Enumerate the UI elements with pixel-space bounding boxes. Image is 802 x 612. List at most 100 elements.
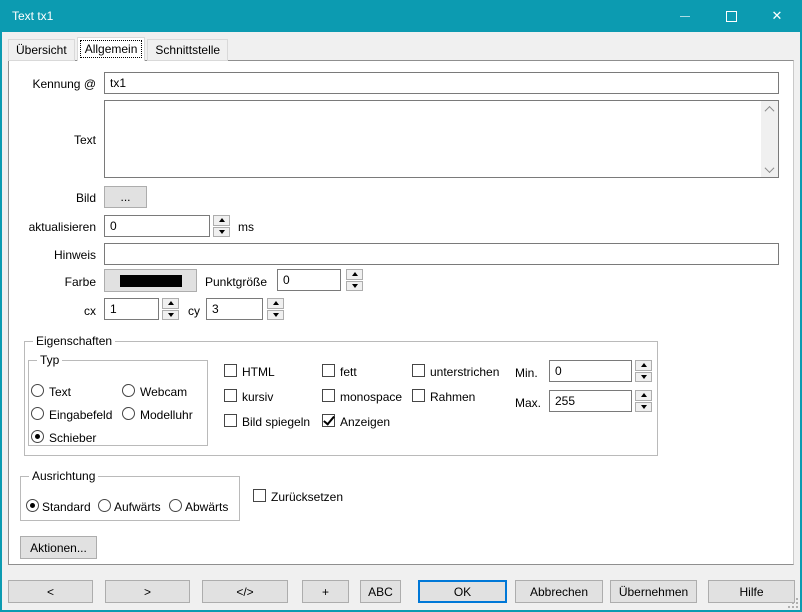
hinweis-input[interactable] [104,243,779,265]
farbe-label: Farbe [10,275,96,289]
radio-ausrichtung-aufwaerts-label[interactable]: Aufwärts [114,500,161,514]
tab-allgemein[interactable]: Allgemein [77,37,146,61]
radio-typ-webcam[interactable] [122,384,135,397]
radio-typ-eingabefeld[interactable] [31,407,44,420]
arrow-down-icon [168,313,174,317]
checkbox-unterstrichen-label[interactable]: unterstrichen [430,365,499,379]
punktgroesse-input[interactable] [277,269,341,291]
checkbox-bild-spiegeln[interactable] [224,414,237,427]
checkbox-kursiv-label[interactable]: kursiv [242,390,273,404]
tab-schnittstelle[interactable]: Schnittstelle [147,39,228,61]
punktgroesse-stepper [346,269,363,291]
spinner-down-button[interactable] [213,227,230,238]
resize-grip[interactable] [786,596,798,608]
arrow-down-icon [641,375,647,379]
close-icon: ✕ [772,10,783,23]
hilfe-button[interactable]: Hilfe [708,580,795,603]
radio-typ-webcam-label[interactable]: Webcam [140,385,187,399]
checkbox-rahmen[interactable] [412,389,425,402]
radio-typ-schieber[interactable] [31,430,44,443]
checkbox-html-label[interactable]: HTML [242,365,275,379]
radio-ausrichtung-aufwaerts[interactable] [98,499,111,512]
title-bar[interactable]: Text tx1 ✕ [0,0,802,32]
spinner-down-button[interactable] [635,402,652,413]
spinner-up-button[interactable] [213,215,230,226]
abbrechen-button[interactable]: Abbrechen [515,580,603,603]
dialog-text-tx1: Text tx1 ✕ Übersicht Allgemein Schnittst… [0,0,802,612]
radio-ausrichtung-standard[interactable] [26,499,39,512]
kennung-input[interactable] [104,72,779,94]
cx-input[interactable] [104,298,159,320]
uebernehmen-button[interactable]: Übernehmen [610,580,697,603]
checkbox-anzeigen-label[interactable]: Anzeigen [340,415,390,429]
max-label: Max. [515,396,541,410]
radio-typ-text-label[interactable]: Text [49,385,71,399]
aktualisieren-input[interactable] [104,215,210,237]
typ-title: Typ [37,353,62,367]
cx-label: cx [10,304,96,318]
nav-next-button[interactable]: > [105,580,190,603]
close-button[interactable]: ✕ [754,0,800,32]
aktionen-button[interactable]: Aktionen... [20,536,97,559]
spinner-down-button[interactable] [635,372,652,383]
maximize-button[interactable] [708,0,754,32]
spinner-down-button[interactable] [346,281,363,292]
ok-button[interactable]: OK [418,580,507,603]
window-title: Text tx1 [12,9,53,23]
textarea-scrollbar[interactable] [761,101,778,177]
nav-prev-button[interactable]: < [8,580,93,603]
add-button[interactable]: + [302,580,349,603]
cy-label: cy [188,304,200,318]
arrow-down-icon [273,313,279,317]
minimize-button[interactable] [662,0,708,32]
cy-input[interactable] [206,298,263,320]
checkbox-kursiv[interactable] [224,389,237,402]
min-label: Min. [515,366,538,380]
min-input[interactable] [549,360,632,382]
abc-button[interactable]: ABC [360,580,401,603]
spinner-up-button[interactable] [635,390,652,401]
checkbox-monospace-label[interactable]: monospace [340,390,402,404]
checkbox-bild-spiegeln-label[interactable]: Bild spiegeln [242,415,310,429]
aktualisieren-label: aktualisieren [10,220,96,234]
checkbox-unterstrichen[interactable] [412,364,425,377]
radio-ausrichtung-standard-label[interactable]: Standard [42,500,91,514]
radio-ausrichtung-abwaerts-label[interactable]: Abwärts [185,500,228,514]
max-input[interactable] [549,390,632,412]
spinner-up-button[interactable] [635,360,652,371]
checkbox-zuruecksetzen-label[interactable]: Zurücksetzen [271,490,343,504]
checkbox-html[interactable] [224,364,237,377]
radio-typ-eingabefeld-label[interactable]: Eingabefeld [49,408,112,422]
radio-ausrichtung-abwaerts[interactable] [169,499,182,512]
radio-typ-schieber-label[interactable]: Schieber [49,431,96,445]
tab-strip: Übersicht Allgemein Schnittstelle [8,37,230,61]
farbe-color-button[interactable] [104,269,197,292]
checkbox-fett[interactable] [322,364,335,377]
checkbox-zuruecksetzen[interactable] [253,489,266,502]
arrow-up-icon [641,393,647,397]
text-textarea[interactable] [105,101,761,177]
checkbox-anzeigen[interactable] [322,414,335,427]
color-swatch [120,275,182,287]
radio-typ-text[interactable] [31,384,44,397]
minimize-icon [680,16,690,17]
spinner-down-button[interactable] [162,310,179,321]
checkbox-monospace[interactable] [322,389,335,402]
checkbox-fett-label[interactable]: fett [340,365,357,379]
scrollbar-down-button[interactable] [761,161,778,177]
arrow-up-icon [641,363,647,367]
code-button[interactable]: </> [202,580,288,603]
radio-typ-modelluhr-label[interactable]: Modelluhr [140,408,193,422]
checkbox-rahmen-label[interactable]: Rahmen [430,390,475,404]
spinner-up-button[interactable] [162,298,179,309]
tab-uebersicht[interactable]: Übersicht [8,39,75,61]
spinner-up-button[interactable] [346,269,363,280]
ausrichtung-group: Ausrichtung [20,476,240,521]
spinner-up-button[interactable] [267,298,284,309]
bild-browse-button[interactable]: ... [104,186,147,208]
spinner-down-button[interactable] [267,310,284,321]
radio-typ-modelluhr[interactable] [122,407,135,420]
scrollbar-up-button[interactable] [761,101,778,117]
text-textarea-frame [104,100,779,178]
arrow-down-icon [641,405,647,409]
